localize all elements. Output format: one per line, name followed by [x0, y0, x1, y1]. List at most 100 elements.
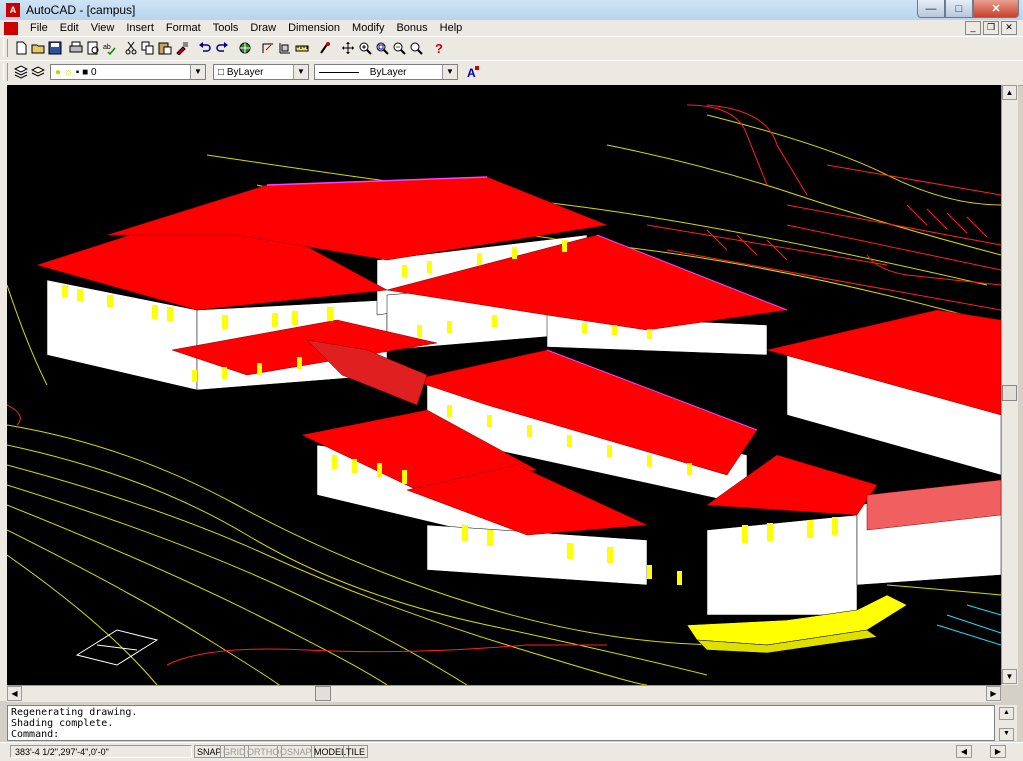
svg-text:?: ?: [435, 41, 443, 55]
command-history-line: Shading complete.: [11, 718, 114, 729]
hyperlink-icon[interactable]: [236, 40, 254, 58]
building-east-wing: [766, 309, 1001, 476]
layer-freeze-icon: ☼: [63, 67, 73, 78]
tile-toggle[interactable]: TILE: [343, 745, 369, 758]
maximize-button[interactable]: □: [945, 0, 973, 18]
window-title: AutoCAD - [campus]: [26, 3, 136, 17]
autocad-app-icon[interactable]: A: [6, 3, 20, 17]
cut-icon[interactable]: [122, 40, 140, 58]
layer-on-icon: ●: [55, 67, 62, 78]
paste-icon[interactable]: [156, 40, 174, 58]
preview-icon[interactable]: [84, 40, 102, 58]
menu-file[interactable]: File: [24, 22, 54, 34]
open-icon[interactable]: [29, 40, 47, 58]
matchprop-icon[interactable]: [173, 40, 191, 58]
title-bar: A AutoCAD - [campus] — □ ✕: [0, 0, 1023, 21]
scroll-down-icon[interactable]: ▼: [1002, 669, 1017, 684]
zoom-previous-icon[interactable]: [390, 40, 408, 58]
layer-color-swatch: ■: [82, 67, 89, 78]
scroll-left-icon[interactable]: ◀: [7, 686, 22, 701]
vertical-scroll-thumb[interactable]: [1002, 385, 1017, 401]
menu-edit[interactable]: Edit: [54, 22, 85, 34]
new-icon[interactable]: [12, 40, 30, 58]
print-icon[interactable]: [67, 40, 85, 58]
linetype-dropdown[interactable]: ByLayer ▼: [314, 64, 458, 80]
color-current-value: ByLayer: [226, 67, 264, 78]
save-icon[interactable]: [46, 40, 64, 58]
menu-insert[interactable]: Insert: [120, 22, 160, 34]
status-bar: 383'-4 1/2",297'-4",0'-0" SNAP GRID ORTH…: [0, 742, 1023, 761]
document-window-controls: _ ❐ ✕: [965, 21, 1017, 35]
layer-lock-icon: ▪: [75, 67, 80, 78]
window-controls: — □ ✕: [917, 0, 1019, 18]
svg-text:A: A: [467, 66, 476, 79]
make-object-layer-current-icon[interactable]: [12, 64, 30, 82]
menu-format[interactable]: Format: [160, 22, 207, 34]
drawing-area[interactable]: [7, 85, 1001, 685]
tracking-icon[interactable]: [259, 40, 277, 58]
layer-dropdown[interactable]: ● ☼ ▪ ■ 0 ▼: [50, 64, 206, 80]
command-scrollbar[interactable]: ▲ ▼: [995, 705, 1017, 741]
doc-restore-button[interactable]: ❐: [983, 21, 999, 35]
copy-icon[interactable]: [139, 40, 157, 58]
close-button[interactable]: ✕: [973, 0, 1019, 18]
utility-lines: [936, 604, 1001, 646]
north-arrow-icon: [75, 629, 159, 666]
svg-text:ab: ab: [103, 44, 111, 51]
zoom-realtime-icon[interactable]: [356, 40, 374, 58]
scroll-up-icon[interactable]: ▲: [1002, 85, 1017, 100]
vertical-scrollbar[interactable]: ▲ ▼: [1001, 85, 1018, 685]
horizontal-scrollbar[interactable]: ◀ ▶: [7, 685, 1001, 702]
scroll-left-icon[interactable]: ◀: [956, 745, 972, 758]
zoom-window-icon[interactable]: [373, 40, 391, 58]
spell-icon[interactable]: ab: [101, 40, 119, 58]
color-swatch: □: [218, 67, 225, 78]
building-north-wing: [36, 176, 788, 391]
scroll-right-icon[interactable]: ▶: [986, 686, 1001, 701]
properties-icon[interactable]: [316, 40, 334, 58]
menu-modify[interactable]: Modify: [346, 22, 390, 34]
command-window[interactable]: Regenerating drawing. Shading complete. …: [7, 705, 995, 741]
chevron-down-icon[interactable]: ▼: [442, 65, 457, 79]
layer-current-value: 0: [90, 67, 97, 78]
menu-bar: File Edit View Insert Format Tools Draw …: [0, 20, 1023, 36]
pan-icon[interactable]: [339, 40, 357, 58]
distance-icon[interactable]: [293, 40, 311, 58]
scroll-right-icon[interactable]: ▶: [990, 745, 1006, 758]
doc-minimize-button[interactable]: _: [965, 21, 981, 35]
undo-icon[interactable]: [196, 40, 214, 58]
linetype-sample: [319, 71, 359, 73]
toolbar-grip[interactable]: [3, 39, 8, 57]
document-control-icon[interactable]: [4, 21, 18, 35]
scroll-down-icon[interactable]: ▼: [999, 728, 1014, 741]
minimize-button[interactable]: —: [917, 0, 945, 18]
layers-icon[interactable]: [29, 64, 47, 82]
linetype-current-value: ByLayer: [369, 67, 407, 78]
menu-bonus[interactable]: Bonus: [390, 22, 433, 34]
redo-icon[interactable]: [213, 40, 231, 58]
color-dropdown[interactable]: □ ByLayer ▼: [213, 64, 309, 80]
left-dock: [0, 85, 7, 701]
chevron-down-icon[interactable]: ▼: [190, 65, 205, 79]
zoom-extents-icon[interactable]: [407, 40, 425, 58]
help-icon[interactable]: ?: [430, 40, 448, 58]
campus-3d-model: [7, 104, 1001, 685]
osnap-toggle[interactable]: OSNAP: [277, 745, 315, 758]
command-prompt[interactable]: Command:: [11, 729, 991, 740]
menu-tools[interactable]: Tools: [207, 22, 245, 34]
text-style-icon[interactable]: A: [464, 64, 482, 82]
ucs-icon[interactable]: [276, 40, 294, 58]
menu-view[interactable]: View: [85, 22, 121, 34]
coordinate-readout[interactable]: 383'-4 1/2",297'-4",0'-0": [10, 745, 192, 758]
doc-close-button[interactable]: ✕: [1001, 21, 1017, 35]
horizontal-scroll-thumb[interactable]: [315, 686, 331, 701]
toolbar-grip[interactable]: [3, 63, 8, 81]
object-properties-toolbar: ● ☼ ▪ ■ 0 ▼ □ ByLayer ▼ ByLayer ▼ A: [0, 60, 1023, 86]
standard-toolbar: ab ?: [0, 36, 1023, 61]
command-history-line: Regenerating drawing.: [11, 707, 138, 718]
scroll-up-icon[interactable]: ▲: [999, 707, 1014, 720]
menu-dimension[interactable]: Dimension: [282, 22, 346, 34]
chevron-down-icon[interactable]: ▼: [293, 65, 308, 79]
menu-help[interactable]: Help: [434, 22, 469, 34]
menu-draw[interactable]: Draw: [244, 22, 282, 34]
